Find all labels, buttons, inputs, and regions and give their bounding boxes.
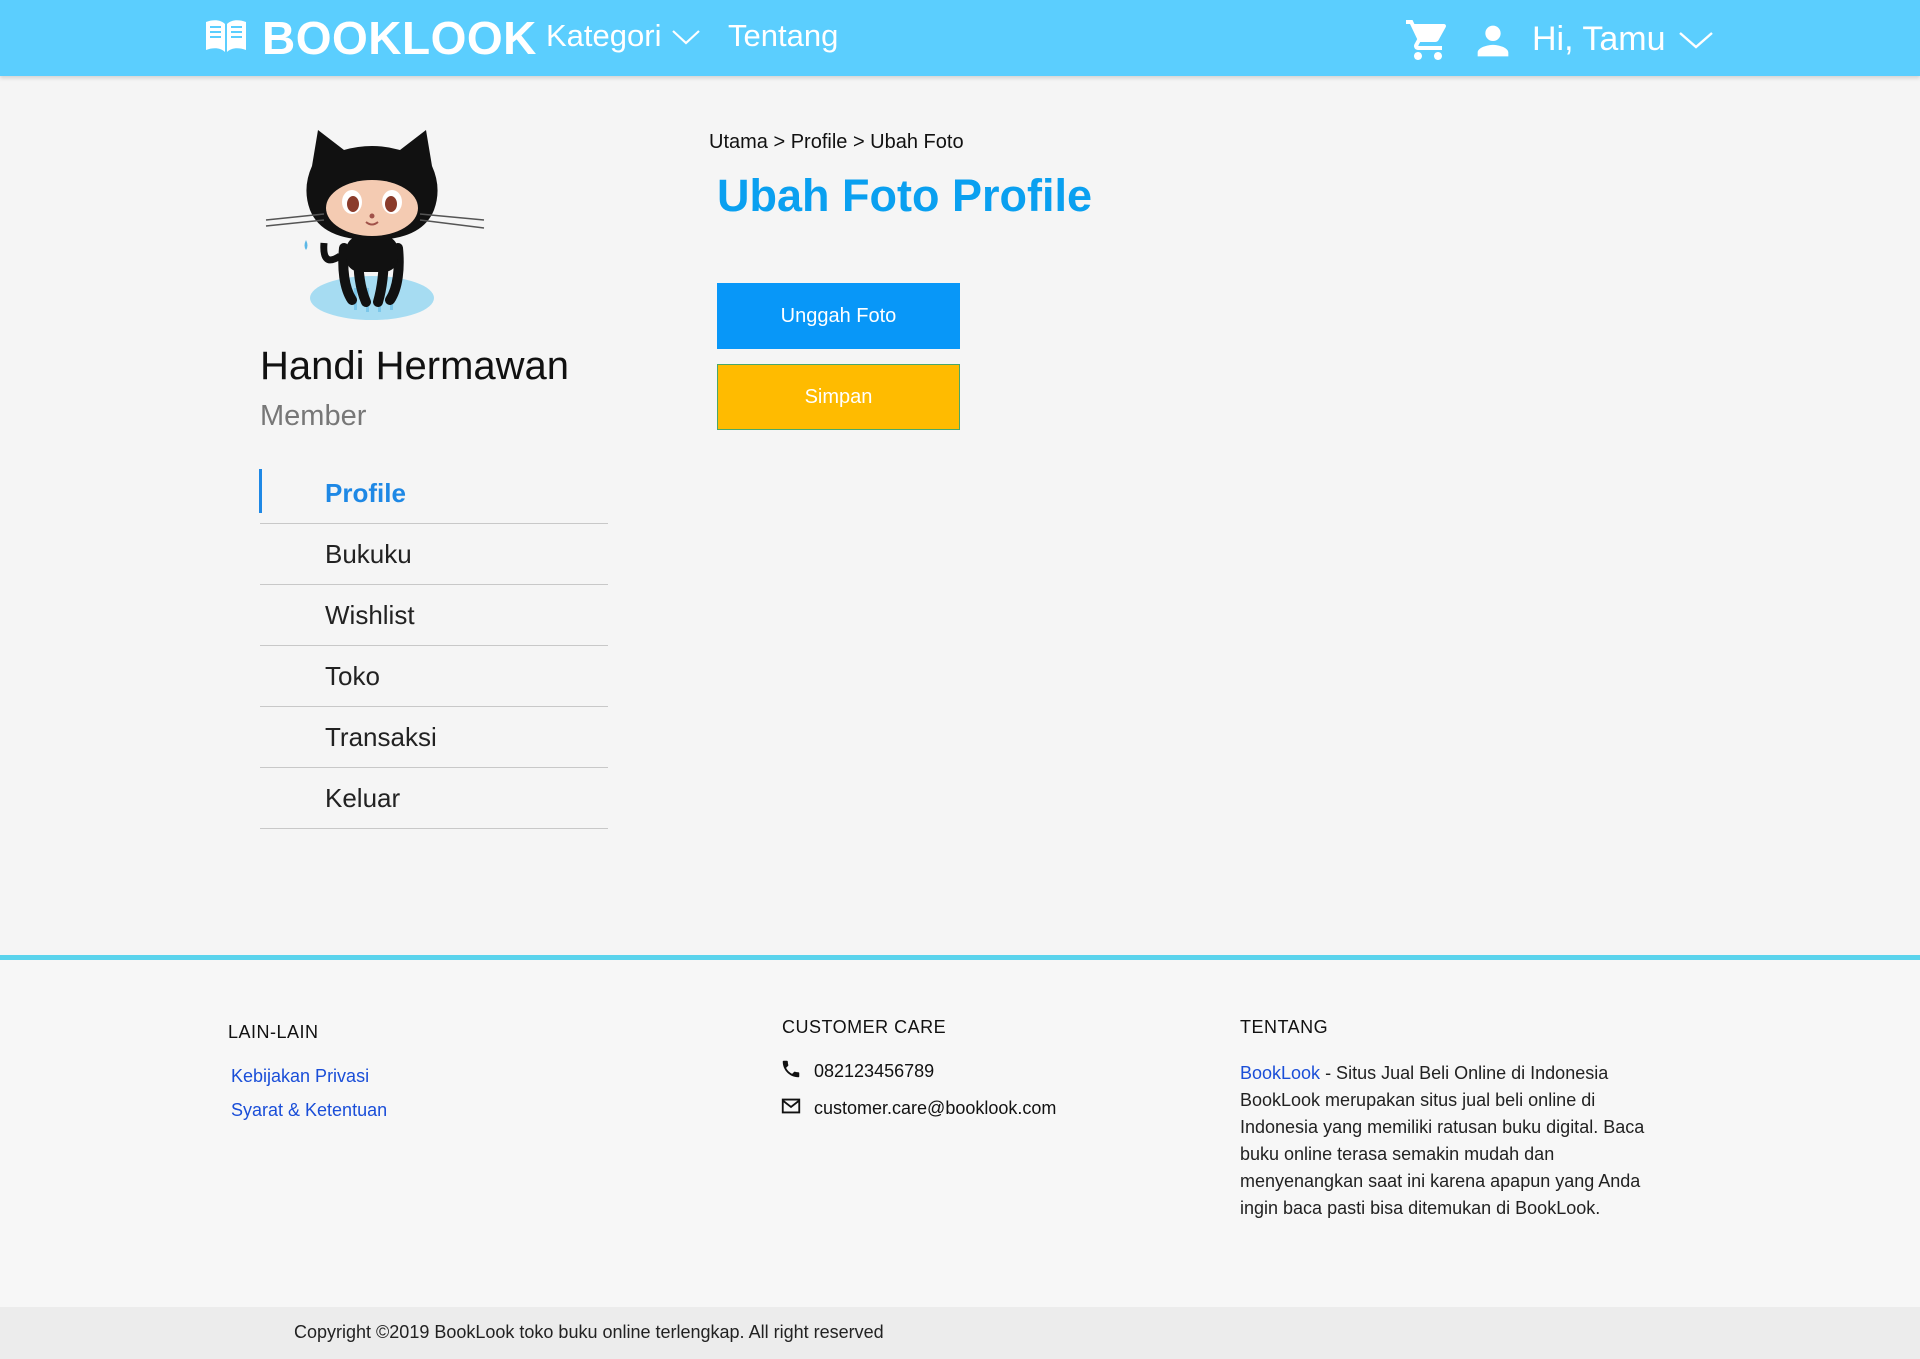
about-booklook-link[interactable]: BookLook [1240,1063,1320,1083]
chevron-down-icon [671,18,701,54]
user-name: Handi Hermawan [260,344,570,388]
copyright-bar [0,1307,1920,1359]
sidebar-item-label: Transaksi [325,721,437,752]
footer-link-terms[interactable]: Syarat & Ketentuan [231,1100,387,1121]
sidebar-item-toko[interactable]: Toko [260,646,608,707]
sidebar-item-keluar[interactable]: Keluar [260,768,608,829]
top-navbar: BOOKLOOK Kategori Tentang Hi, Tamu [0,0,1920,76]
sidebar-item-label: Toko [325,660,380,691]
sidebar-menu: Profile Bukuku Wishlist Toko Transaksi K… [259,463,608,829]
user-icon[interactable] [1470,18,1516,69]
phone-icon [780,1058,802,1085]
phone-number: 082123456789 [814,1061,935,1081]
contact-phone: 082123456789 [780,1058,934,1085]
save-button[interactable]: Simpan [717,364,960,430]
sidebar-item-label: Bukuku [325,538,412,569]
nav-tentang[interactable]: Tentang [728,18,838,54]
sidebar-item-profile[interactable]: Profile [259,463,608,524]
footer-heading-lain: LAIN-LAIN [228,1022,319,1042]
footer-link-privacy[interactable]: Kebijakan Privasi [231,1066,369,1087]
page-title: Ubah Foto Profile [717,170,1092,221]
upload-photo-button[interactable]: Unggah Foto [717,283,960,349]
user-role: Member [260,400,367,432]
sidebar-item-label: Wishlist [325,599,415,630]
sidebar-item-label: Keluar [325,782,401,813]
user-greeting: Hi, Tamu [1532,20,1666,58]
cart-icon[interactable] [1404,16,1452,69]
sidebar-item-transaksi[interactable]: Transaksi [260,707,608,768]
footer-heading-tentang: TENTANG [1240,1017,1329,1037]
about-text: BookLook - Situs Jual Beli Online di Ind… [1240,1060,1650,1222]
nav-kategori-label: Kategori [546,18,662,53]
about-description: - Situs Jual Beli Online di Indonesia Bo… [1240,1063,1645,1218]
email-address: customer.care@booklook.com [814,1098,1057,1118]
breadcrumb: Utama > Profile > Ubah Foto [709,131,964,153]
chevron-down-icon [1678,20,1714,59]
sidebar-item-bukuku[interactable]: Bukuku [260,524,608,585]
nav-kategori[interactable]: Kategori [546,18,701,54]
user-menu[interactable]: Hi, Tamu [1532,20,1714,59]
book-open-icon [204,11,248,65]
nav-tentang-label: Tentang [728,18,839,53]
sidebar-item-label: Profile [325,477,406,508]
sidebar-item-wishlist[interactable]: Wishlist [260,585,608,646]
contact-email: customer.care@booklook.com [780,1095,1056,1122]
brand-name: BOOKLOOK [262,12,537,64]
avatar [262,128,488,328]
brand-logo[interactable]: BOOKLOOK [204,10,537,66]
copyright-text: Copyright ©2019 BookLook toko buku onlin… [294,1322,884,1342]
footer-heading-care: CUSTOMER CARE [782,1017,947,1037]
mail-icon [780,1095,802,1122]
